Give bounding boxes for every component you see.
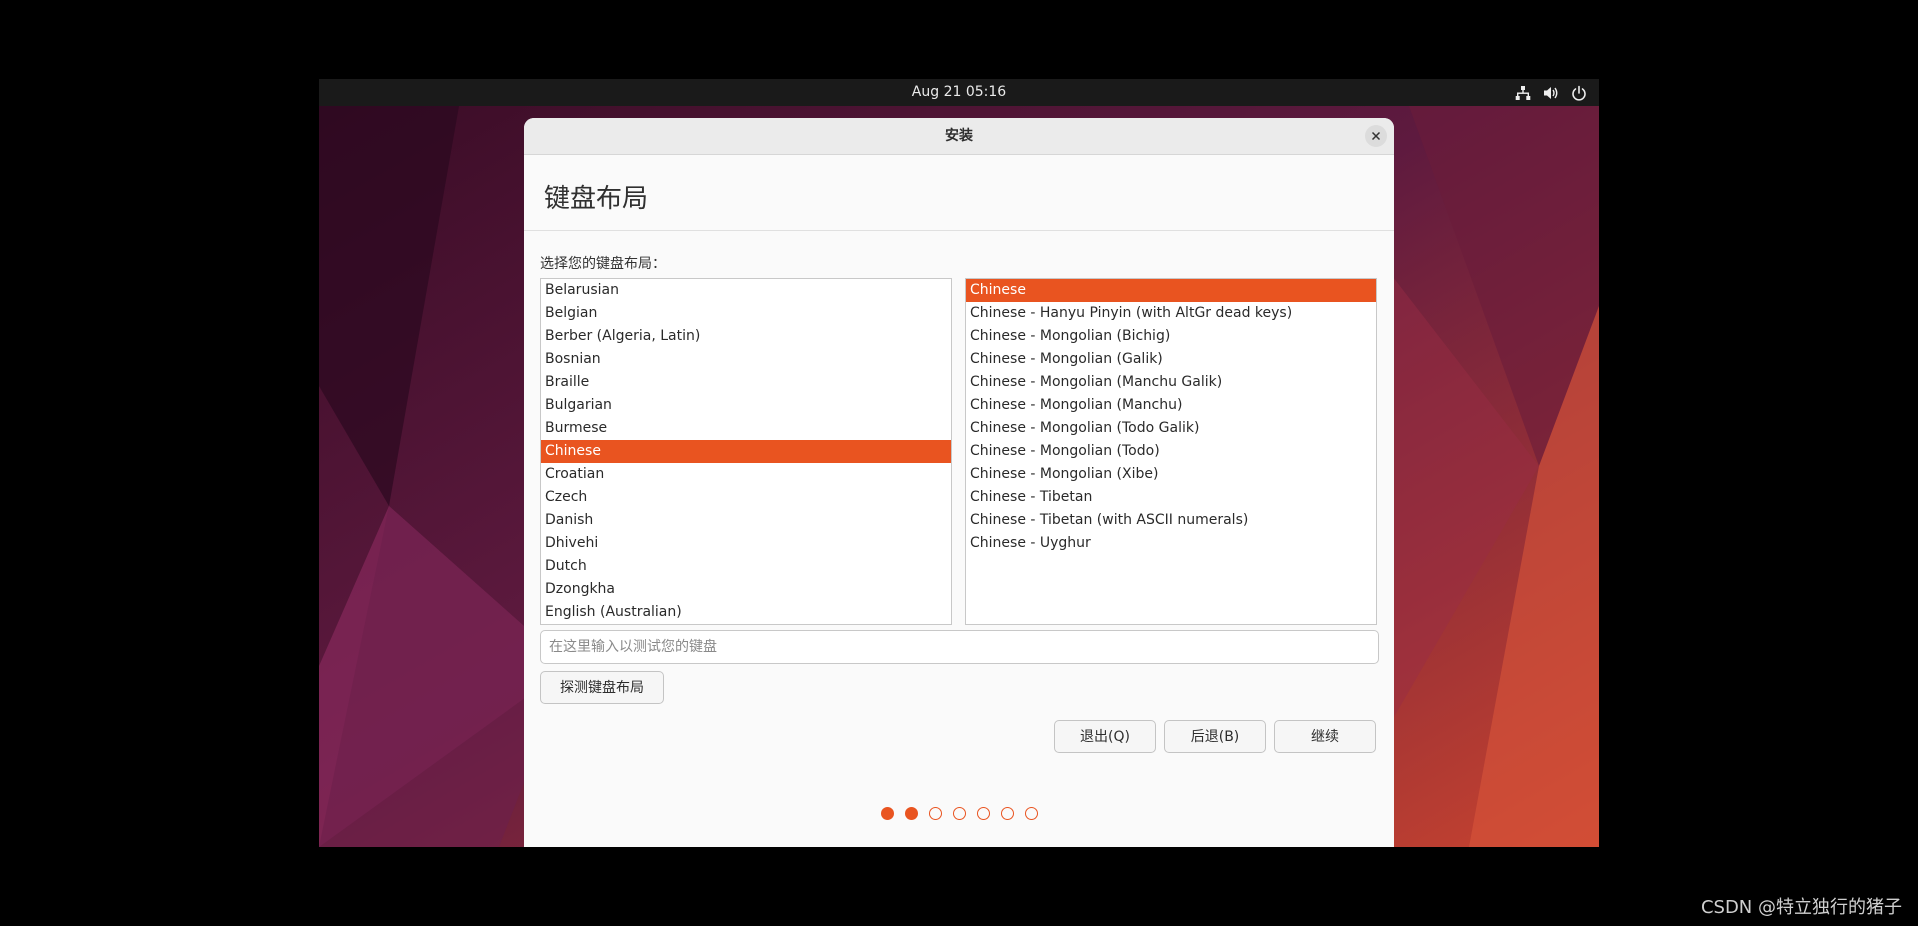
keyboard-variant-list[interactable]: Chinese Chinese - Hanyu Pinyin (with AltG…: [965, 278, 1377, 625]
list-item[interactable]: Dutch: [541, 555, 951, 578]
list-item[interactable]: Croatian: [541, 463, 951, 486]
progress-dot: [976, 807, 990, 820]
list-item[interactable]: English (Australian): [541, 601, 951, 624]
progress-dot: [928, 807, 942, 820]
network-icon[interactable]: [1515, 85, 1531, 101]
list-item[interactable]: Chinese - Mongolian (Todo): [966, 440, 1376, 463]
quit-button[interactable]: 退出(Q): [1054, 720, 1156, 753]
layout-prompt-label: 选择您的键盘布局：: [540, 256, 666, 272]
step-progress-indicator: [524, 807, 1394, 820]
system-tray[interactable]: [1515, 79, 1587, 106]
list-item[interactable]: Chinese - Mongolian (Todo Galik): [966, 417, 1376, 440]
dialog-title: 安装: [945, 128, 973, 144]
keyboard-layout-list[interactable]: Belarusian Belgian Berber (Algeria, Latin)…: [540, 278, 952, 625]
close-button[interactable]: [1365, 125, 1387, 147]
list-item[interactable]: Czech: [541, 486, 951, 509]
installer-dialog: 安装 键盘布局 选择您的键盘布局： Belarusian Belgian Berbe…: [524, 118, 1394, 847]
list-item[interactable]: Chinese - Tibetan (with ASCII numerals): [966, 509, 1376, 532]
list-item[interactable]: Danish: [541, 509, 951, 532]
list-item[interactable]: Chinese - Uyghur: [966, 532, 1376, 555]
list-item[interactable]: Berber (Algeria, Latin): [541, 325, 951, 348]
progress-dot: [952, 807, 966, 820]
volume-icon[interactable]: [1543, 85, 1559, 101]
list-item[interactable]: Chinese - Mongolian (Manchu): [966, 394, 1376, 417]
list-item[interactable]: Chinese - Tibetan: [966, 486, 1376, 509]
keyboard-test-input[interactable]: [540, 630, 1379, 664]
progress-dot: [1024, 807, 1038, 820]
list-item[interactable]: Belgian: [541, 302, 951, 325]
list-item[interactable]: Burmese: [541, 417, 951, 440]
list-item[interactable]: Bosnian: [541, 348, 951, 371]
list-item[interactable]: Chinese - Mongolian (Manchu Galik): [966, 371, 1376, 394]
list-item[interactable]: Chinese - Mongolian (Xibe): [966, 463, 1376, 486]
list-item[interactable]: Dzongkha: [541, 578, 951, 601]
continue-button[interactable]: 继续: [1274, 720, 1376, 753]
list-item[interactable]: Dhivehi: [541, 532, 951, 555]
list-item[interactable]: Chinese - Mongolian (Bichig): [966, 325, 1376, 348]
progress-dot: [1000, 807, 1014, 820]
close-icon: [1371, 131, 1381, 141]
top-bar: Aug 21 05:16: [319, 79, 1599, 106]
dialog-titlebar[interactable]: 安装: [524, 118, 1394, 155]
list-item[interactable]: Chinese: [541, 440, 951, 463]
watermark-text: CSDN @特立独行的猪子: [1700, 897, 1902, 918]
list-item[interactable]: Chinese: [966, 279, 1376, 302]
back-button[interactable]: 后退(B): [1164, 720, 1266, 753]
desktop-screen: Aug 21 05:16 安装 键盘布局 选择您的键盘布局： Belarusia…: [319, 79, 1599, 847]
power-icon[interactable]: [1571, 85, 1587, 101]
progress-dot: [880, 807, 894, 820]
list-item[interactable]: Chinese - Hanyu Pinyin (with AltGr dead …: [966, 302, 1376, 325]
list-item[interactable]: Bulgarian: [541, 394, 951, 417]
list-item[interactable]: Braille: [541, 371, 951, 394]
clock[interactable]: Aug 21 05:16: [319, 79, 1599, 106]
divider: [524, 230, 1394, 231]
detect-layout-button[interactable]: 探测键盘布局: [540, 671, 664, 704]
progress-dot: [904, 807, 918, 820]
list-item[interactable]: Belarusian: [541, 279, 951, 302]
page-title: 键盘布局: [544, 184, 649, 214]
list-item[interactable]: Chinese - Mongolian (Galik): [966, 348, 1376, 371]
